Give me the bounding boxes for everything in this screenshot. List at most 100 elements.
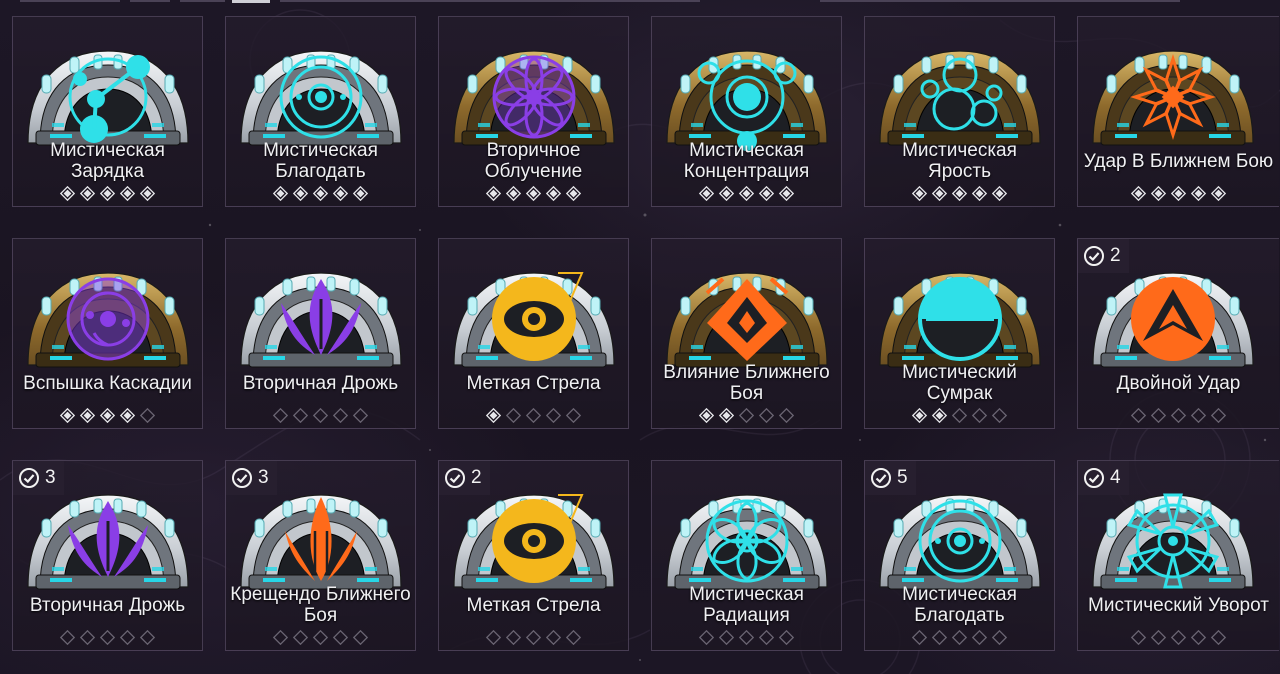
owned-count: 3 [45, 467, 56, 488]
arcane-name: Мистическая Благодать [902, 584, 1017, 626]
arcane-card[interactable]: Меткая Стрела [438, 238, 629, 429]
rank-pip-empty-icon [486, 630, 501, 645]
top-tab-strip [0, 0, 1280, 3]
top-tab-active[interactable] [232, 0, 270, 3]
rank-pip-empty-icon [719, 630, 734, 645]
rank-indicator [652, 408, 841, 423]
rank-indicator [13, 630, 202, 645]
check-circle-icon [870, 467, 892, 489]
owned-count-badge: 2 [1078, 239, 1129, 273]
arcane-name: Вспышка Каскадии [23, 372, 192, 394]
rank-pip-filled-icon [992, 186, 1007, 201]
arcane-name: Меткая Стрела [466, 372, 601, 394]
rank-pip-empty-icon [140, 408, 155, 423]
rank-pip-empty-icon [1191, 630, 1206, 645]
arcane-emblem-swirl [22, 253, 194, 369]
top-tab[interactable] [20, 0, 120, 2]
arcane-card[interactable]: Мистическая Зарядка [12, 16, 203, 207]
arcane-card[interactable]: 5 Мистическая Благодать [864, 460, 1055, 651]
arcane-emblem-tulip [235, 253, 407, 369]
arcane-name: Мистический Уворот [1088, 594, 1269, 616]
rank-pip-empty-icon [699, 630, 714, 645]
arcane-card[interactable]: Вторичная Дрожь [225, 238, 416, 429]
rank-pip-filled-icon [739, 186, 754, 201]
check-circle-icon [18, 467, 40, 489]
top-tab[interactable] [130, 0, 170, 2]
rank-pip-filled-icon [353, 186, 368, 201]
rank-pip-filled-icon [60, 408, 75, 423]
rank-pip-empty-icon [1151, 408, 1166, 423]
arcane-name: Вторичная Дрожь [29, 594, 186, 616]
arcane-card[interactable]: Мистическая Радиация [651, 460, 842, 651]
rank-pip-filled-icon [719, 186, 734, 201]
rank-pip-empty-icon [506, 630, 521, 645]
rank-pip-empty-icon [1131, 630, 1146, 645]
rank-pip-filled-icon [140, 186, 155, 201]
arcane-emblem-lotus [661, 475, 833, 591]
arcane-card[interactable]: Вспышка Каскадии [12, 238, 203, 429]
check-circle-icon [1083, 245, 1105, 267]
rank-pip-filled-icon [1171, 186, 1186, 201]
rank-pip-filled-icon [566, 186, 581, 201]
rank-indicator [652, 630, 841, 645]
arcane-card[interactable]: Мистический Сумрак [864, 238, 1055, 429]
rank-pip-empty-icon [506, 408, 521, 423]
rank-pip-empty-icon [353, 408, 368, 423]
owned-count: 3 [258, 467, 269, 488]
rank-pip-filled-icon [486, 186, 501, 201]
rank-pip-empty-icon [932, 630, 947, 645]
top-tab[interactable] [280, 0, 700, 2]
owned-count: 2 [471, 467, 482, 488]
arcane-collection-screen: Мистическая Зарядка Мистическая Благодат… [0, 0, 1280, 674]
arcane-name: Мистический Сумрак [902, 362, 1017, 404]
arcane-name: Мистическая Радиация [689, 584, 804, 626]
rank-pip-empty-icon [912, 630, 927, 645]
rank-pip-filled-icon [912, 408, 927, 423]
rank-indicator [439, 186, 628, 201]
arcane-card[interactable]: 3 Вторичная Дрожь [12, 460, 203, 651]
arcane-card[interactable]: Мистическая Ярость [864, 16, 1055, 207]
arcane-name: Влияние Ближнего Боя [663, 362, 830, 404]
rank-pip-empty-icon [952, 408, 967, 423]
owned-count-badge: 3 [13, 461, 64, 495]
rank-pip-filled-icon [100, 186, 115, 201]
arcane-card[interactable]: Мистическая Благодать [225, 16, 416, 207]
rank-indicator [226, 408, 415, 423]
rank-pip-filled-icon [912, 186, 927, 201]
top-tab[interactable] [180, 0, 225, 2]
rank-pip-filled-icon [100, 408, 115, 423]
rank-pip-filled-icon [699, 408, 714, 423]
arcane-card[interactable]: Влияние Ближнего Боя [651, 238, 842, 429]
rank-pip-filled-icon [506, 186, 521, 201]
arcane-card[interactable]: Мистическая Концентрация [651, 16, 842, 207]
rank-pip-filled-icon [80, 408, 95, 423]
rank-indicator [439, 408, 628, 423]
arcane-emblem-ring [235, 31, 407, 147]
arcane-grid: Мистическая Зарядка Мистическая Благодат… [12, 16, 1280, 651]
arcane-name: Двойной Удар [1116, 372, 1241, 394]
rank-pip-empty-icon [100, 630, 115, 645]
arcane-card[interactable]: 2 Двойной Удар [1077, 238, 1279, 429]
rank-pip-filled-icon [1191, 186, 1206, 201]
rank-pip-filled-icon [932, 408, 947, 423]
arcane-card[interactable]: 2 Меткая Стрела [438, 460, 629, 651]
arcane-name: Вторичное Облучение [484, 140, 583, 182]
rank-pip-filled-icon [1151, 186, 1166, 201]
rank-pip-empty-icon [80, 630, 95, 645]
arcane-card[interactable]: 3 Крещендо Ближнего Боя [225, 460, 416, 651]
top-tab[interactable] [820, 0, 1180, 2]
rank-indicator [865, 630, 1054, 645]
arcane-emblem-focus [661, 31, 833, 151]
rank-pip-empty-icon [972, 630, 987, 645]
rank-pip-empty-icon [1131, 408, 1146, 423]
rank-indicator [226, 630, 415, 645]
rank-indicator [1078, 630, 1279, 645]
arcane-emblem-eye [448, 253, 620, 369]
arcane-card[interactable]: Вторичное Облучение [438, 16, 629, 207]
rank-pip-empty-icon [759, 630, 774, 645]
rank-pip-filled-icon [759, 186, 774, 201]
owned-count-badge: 5 [865, 461, 916, 495]
rank-pip-empty-icon [120, 630, 135, 645]
arcane-card[interactable]: 4 Мистический Уворот [1077, 460, 1279, 651]
arcane-card[interactable]: Удар В Ближнем Бою [1077, 16, 1279, 207]
